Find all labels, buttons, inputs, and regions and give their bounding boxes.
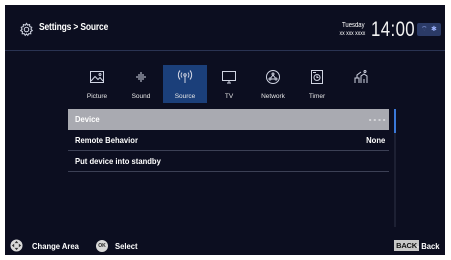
- row-label: Put device into standby: [75, 156, 161, 166]
- row-label: Device: [75, 114, 100, 124]
- tab-label: Picture: [86, 93, 108, 100]
- tab-accessibility[interactable]: [339, 65, 383, 103]
- clock: 14:00: [370, 18, 415, 41]
- wifi-icon: ⌔: [421, 26, 428, 33]
- tv-screen: Settings > Source Tuesday xx xxx xxxx 14…: [5, 5, 445, 255]
- gear-icon: [19, 22, 34, 37]
- change-area-hint: Change Area: [32, 241, 79, 251]
- network-icon: [266, 70, 280, 84]
- back-hint: - Back: [417, 241, 440, 251]
- tab-label: Source: [174, 93, 196, 100]
- tab-label: Sound: [131, 93, 151, 100]
- date-label: xx xxx xxxx: [339, 31, 365, 37]
- breadcrumb: Settings > Source: [39, 22, 109, 33]
- select-hint: Select: [115, 241, 138, 251]
- scrollbar-thumb[interactable]: [394, 109, 396, 133]
- row-value: - - - -: [368, 114, 385, 124]
- row-value: None: [365, 135, 385, 145]
- tab-timer[interactable]: Timer: [295, 65, 339, 103]
- timer-icon: [311, 70, 323, 84]
- tab-label: Timer: [308, 93, 326, 100]
- connection-status: ⌔ ✱: [417, 23, 441, 36]
- tab-network[interactable]: Network: [251, 65, 295, 103]
- dpad-icon: [10, 239, 23, 252]
- picture-icon: [90, 71, 104, 83]
- settings-tabs: Picture Sound Source TV Network Timer: [75, 65, 383, 103]
- tab-label: Network: [261, 93, 285, 100]
- settings-menu: Device - - - - Remote Behavior None Put …: [68, 109, 389, 172]
- tab-sound[interactable]: Sound: [119, 65, 163, 103]
- tab-source[interactable]: Source: [163, 65, 207, 103]
- menu-row-standby[interactable]: Put device into standby: [68, 151, 389, 172]
- weekday-label: Tuesday: [342, 22, 365, 29]
- tv-icon: [222, 71, 236, 84]
- ok-button-icon: OK: [96, 240, 108, 252]
- sound-icon: [136, 72, 146, 82]
- menu-row-device[interactable]: Device - - - -: [68, 109, 389, 130]
- menu-row-remote-behavior[interactable]: Remote Behavior None: [68, 130, 389, 151]
- accessibility-icon: [354, 70, 368, 83]
- source-icon: [177, 70, 193, 83]
- header-divider: [5, 50, 445, 51]
- tab-label: TV: [224, 93, 234, 100]
- bluetooth-icon: ✱: [431, 26, 437, 33]
- tab-tv[interactable]: TV: [207, 65, 251, 103]
- row-label: Remote Behavior: [75, 135, 138, 145]
- footer-hints: Change Area OK Select BACK - Back: [5, 236, 445, 255]
- tab-picture[interactable]: Picture: [75, 65, 119, 103]
- back-key-icon: BACK: [394, 240, 419, 251]
